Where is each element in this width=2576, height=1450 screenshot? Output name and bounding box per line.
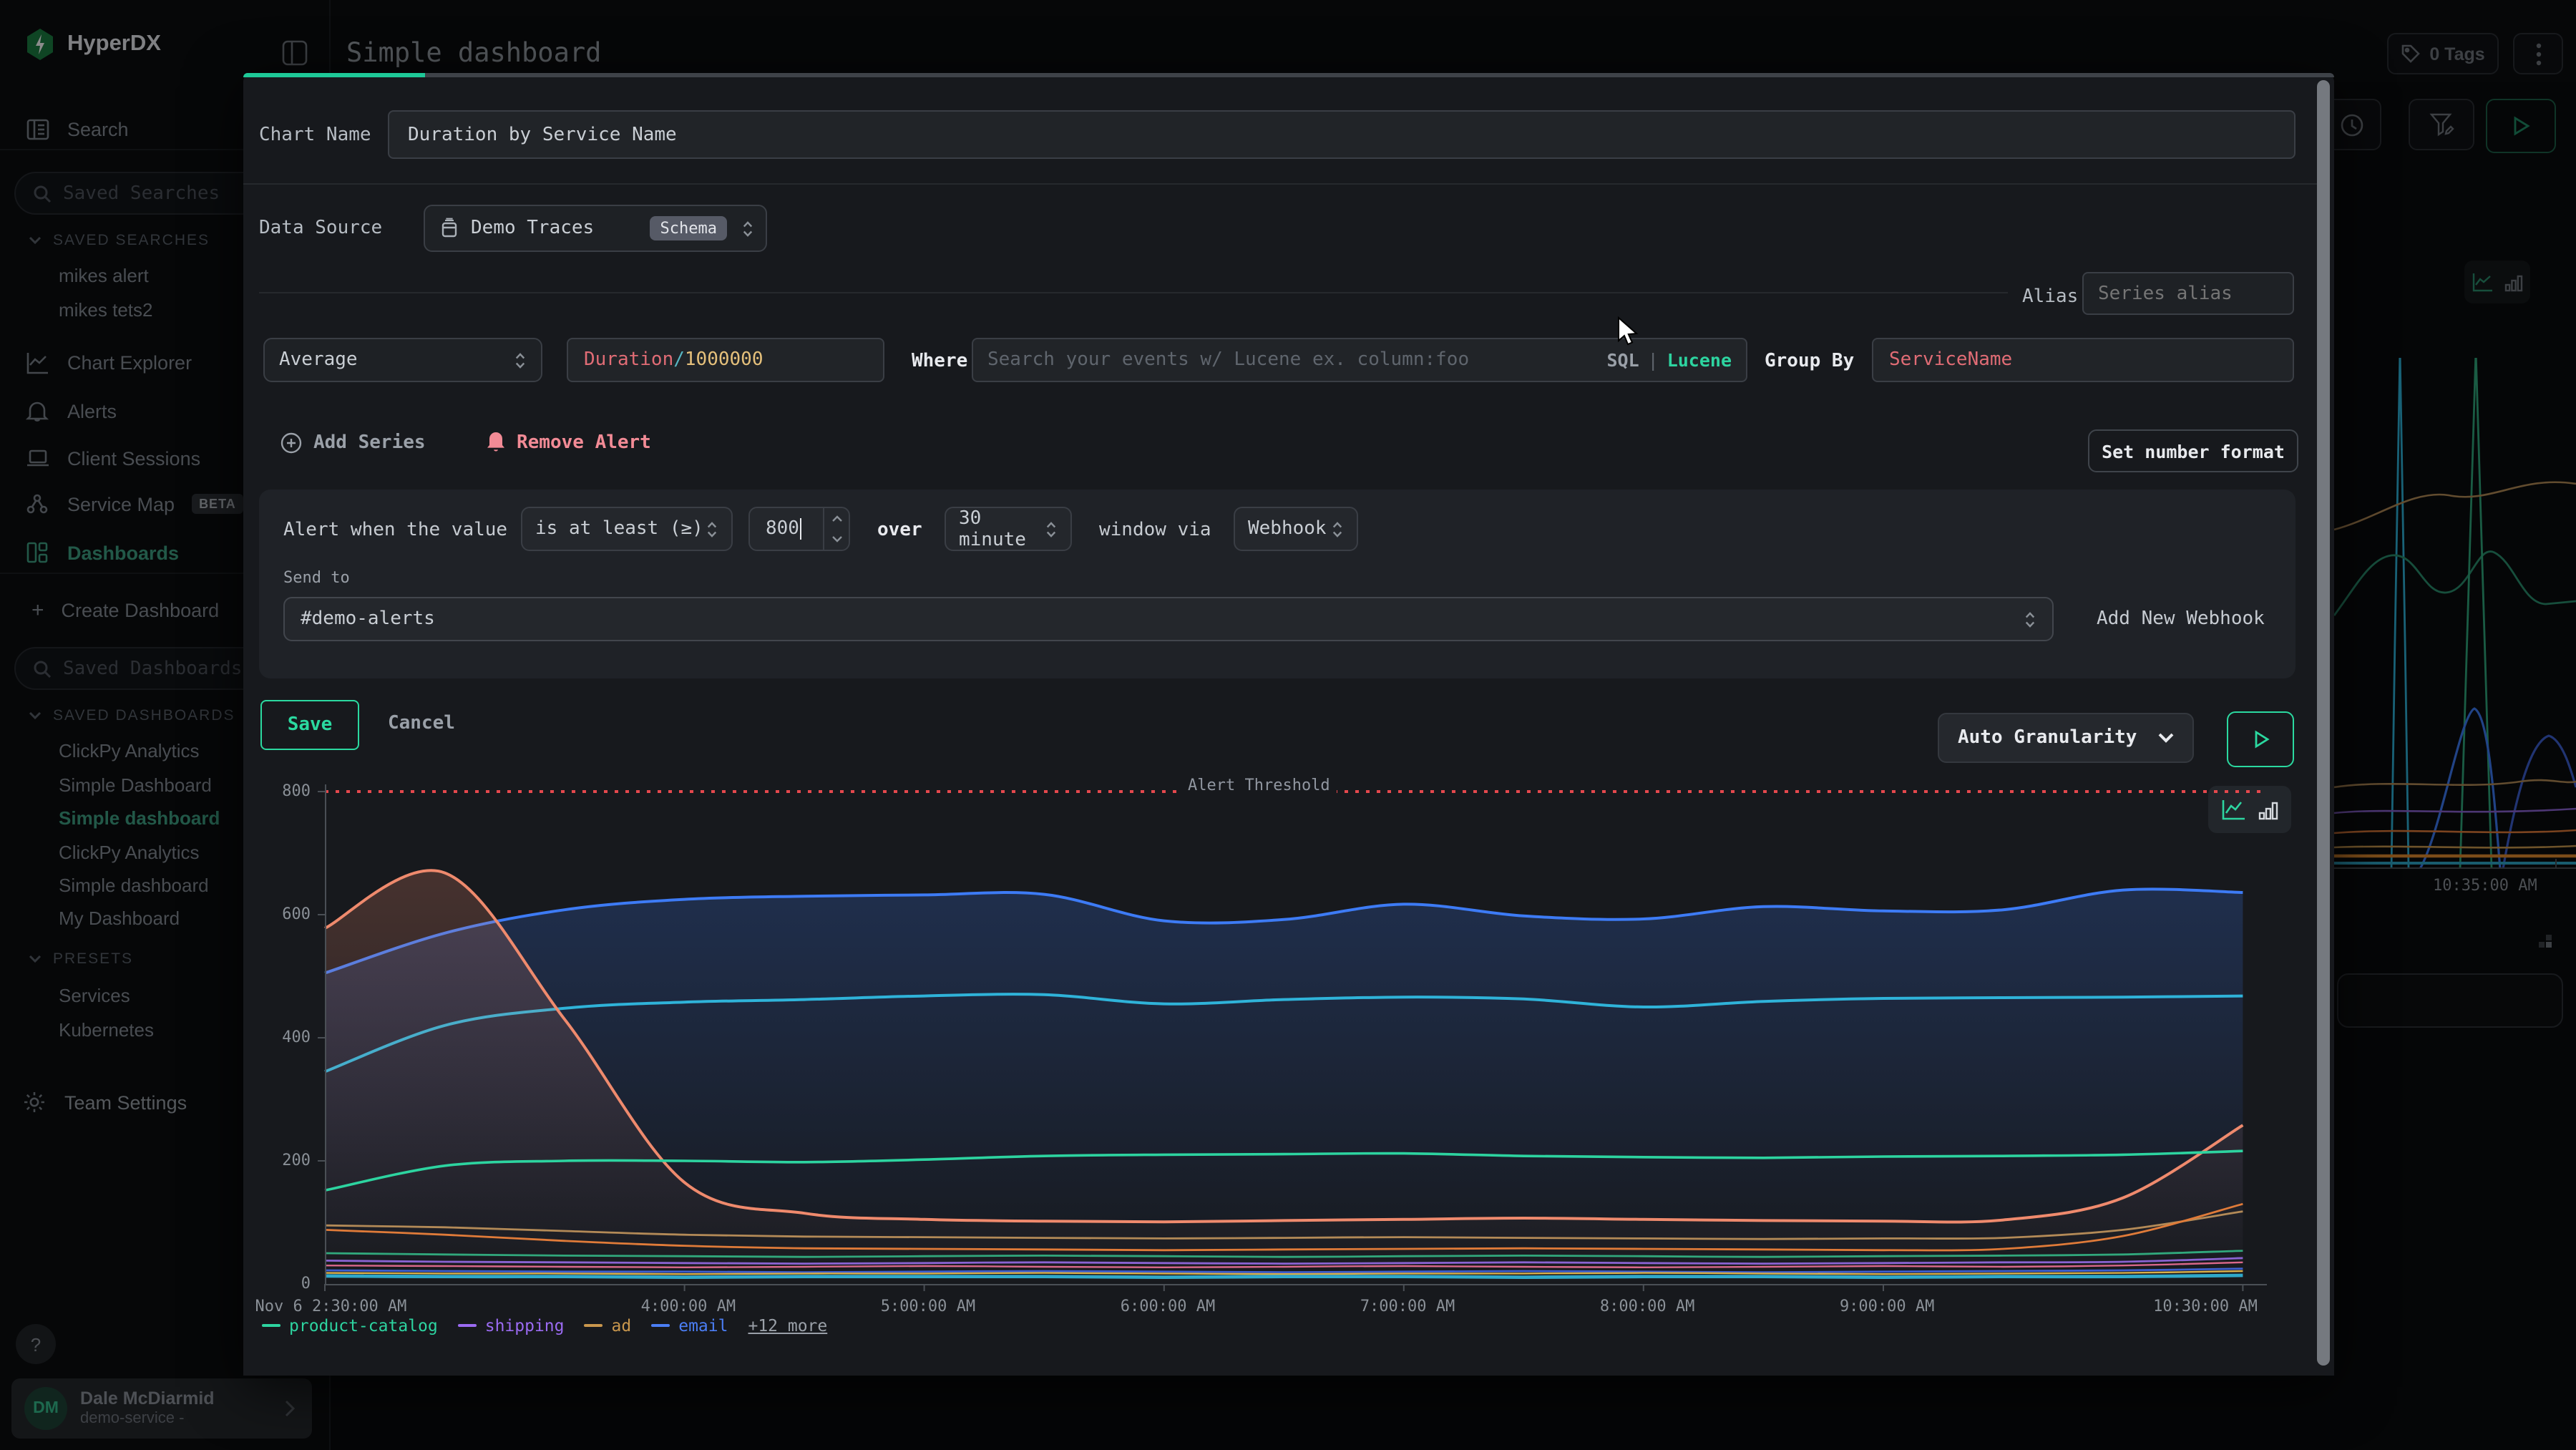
chevron-down-icon	[2158, 733, 2174, 743]
chart-canvas[interactable]	[325, 784, 2267, 1294]
expression-input[interactable]: Duration/1000000	[567, 338, 884, 382]
legend-item[interactable]: product-catalog	[262, 1315, 438, 1335]
y-tick-label: 400	[282, 1028, 311, 1046]
legend-swatch	[262, 1324, 280, 1327]
legend-label: shipping	[485, 1315, 565, 1335]
granularity-select[interactable]: Auto Granularity	[1938, 713, 2194, 763]
bell-alert-icon	[487, 432, 505, 454]
legend-label: ad	[612, 1315, 632, 1335]
x-tick-label: 6:00:00 AM	[1121, 1297, 1215, 1315]
legend-swatch	[458, 1324, 477, 1327]
chart-legend: product-catalog shipping ad email +12 more	[262, 1315, 827, 1335]
schema-badge: Schema	[650, 216, 728, 240]
x-tick-label: 9:00:00 AM	[1840, 1297, 1934, 1315]
database-icon	[439, 218, 459, 239]
x-tick-label: Nov 6 2:30:00 AM	[255, 1297, 407, 1315]
select-chevrons-icon	[514, 350, 527, 370]
select-chevrons-icon	[1331, 519, 1344, 539]
group-by-label: Group By	[1765, 351, 1854, 372]
alert-window-select[interactable]: 30 minute	[945, 507, 1072, 551]
legend-label: email	[678, 1315, 728, 1335]
legend-item[interactable]: ad	[585, 1315, 632, 1335]
main-chart[interactable]	[325, 784, 2267, 1294]
x-tick-label: 10:30:00 AM	[2153, 1297, 2258, 1315]
expression-field: Duration	[584, 349, 673, 371]
text-caret	[801, 518, 802, 540]
select-chevrons-icon	[2024, 609, 2036, 629]
where-label: Where	[912, 351, 967, 372]
toggle-divider: |	[1648, 349, 1659, 371]
legend-more-link[interactable]: +12 more	[748, 1315, 827, 1335]
alert-condition-select[interactable]: is at least (≥)	[521, 507, 733, 551]
divider	[243, 183, 2317, 185]
legend-item[interactable]: shipping	[458, 1315, 565, 1335]
legend-swatch	[651, 1324, 670, 1327]
edit-chart-modal: Chart Name Data Source Demo Traces Schem…	[243, 73, 2334, 1376]
select-chevrons-icon	[1045, 519, 1058, 539]
group-by-input[interactable]: ServiceName	[1872, 338, 2294, 382]
where-placeholder: Search your events w/ Lucene ex. column:…	[987, 349, 1469, 371]
set-number-format-button[interactable]: Set number format	[2088, 429, 2298, 472]
y-tick-label: 800	[282, 782, 311, 800]
alert-channel-select[interactable]: Webhook	[1234, 507, 1358, 551]
y-axis-labels: 800 600 400 200 0	[243, 73, 311, 1376]
y-tick-label: 200	[282, 1151, 311, 1169]
alert-panel: Alert when the value is at least (≥) 800…	[259, 490, 2296, 678]
play-icon	[2252, 730, 2269, 749]
lucene-toggle[interactable]: Lucene	[1667, 349, 1732, 371]
alert-threshold-input[interactable]: 800	[748, 507, 850, 551]
select-chevrons-icon	[706, 519, 718, 539]
mouse-cursor	[1617, 316, 1639, 348]
sql-toggle[interactable]: SQL	[1606, 349, 1639, 371]
cancel-button[interactable]: Cancel	[388, 713, 455, 734]
send-to-value: #demo-alerts	[301, 608, 435, 630]
modal-scrollbar[interactable]	[2317, 80, 2330, 1366]
alias-input[interactable]	[2082, 272, 2294, 315]
send-to-select[interactable]: #demo-alerts	[283, 597, 2054, 641]
legend-label: product-catalog	[289, 1315, 438, 1335]
x-tick-label: 8:00:00 AM	[1600, 1297, 1694, 1315]
threshold-value: 800	[750, 518, 799, 540]
x-tick-label: 7:00:00 AM	[1360, 1297, 1455, 1315]
data-source-select[interactable]: Demo Traces Schema	[424, 205, 767, 252]
chart-name-input[interactable]	[388, 110, 2296, 159]
group-by-value: ServiceName	[1889, 349, 2012, 371]
legend-item[interactable]: email	[651, 1315, 728, 1335]
x-tick-label: 4:00:00 AM	[641, 1297, 736, 1315]
run-chart-button[interactable]	[2227, 711, 2294, 767]
y-tick-label: 0	[301, 1274, 311, 1293]
x-tick-label: 5:00:00 AM	[881, 1297, 975, 1315]
legend-swatch	[585, 1324, 603, 1327]
app: HyperDX Search Saved Searches SAVED SEAR…	[0, 0, 2576, 1450]
alert-prefix: Alert when the value	[283, 520, 507, 541]
add-webhook-link[interactable]: Add New Webhook	[2097, 608, 2265, 630]
alert-threshold-label: Alert Threshold	[1181, 776, 1337, 794]
select-chevrons-icon	[741, 218, 754, 238]
window-via-label: window via	[1099, 520, 1211, 541]
divider	[259, 292, 2008, 293]
alias-label: Alias	[2022, 286, 2078, 308]
y-tick-label: 600	[282, 905, 311, 923]
data-source-value: Demo Traces	[471, 218, 594, 239]
expression-operator: /	[673, 349, 685, 371]
progress-track	[243, 73, 2334, 77]
remove-alert-button[interactable]: Remove Alert	[487, 432, 651, 454]
expression-value: 1000000	[685, 349, 763, 371]
over-label: over	[877, 520, 922, 541]
number-spinner[interactable]	[823, 508, 849, 550]
